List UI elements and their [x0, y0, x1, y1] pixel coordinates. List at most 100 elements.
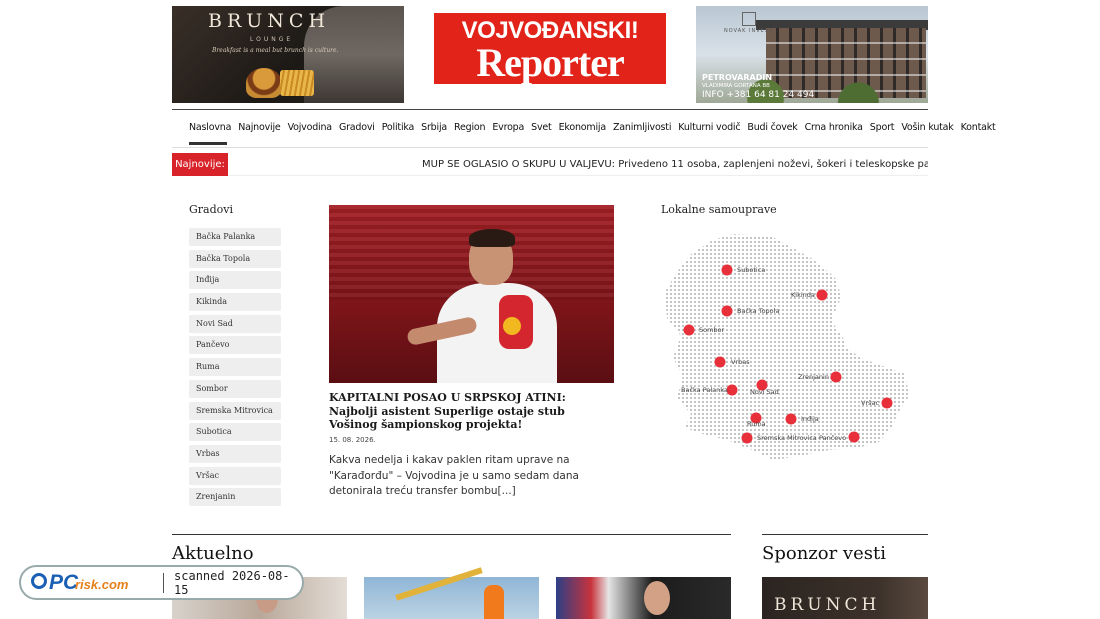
nav-item-vosin-kutak[interactable]: Vošin kutak: [901, 122, 953, 133]
thumb-person-face: [644, 581, 670, 615]
nav-item-svet[interactable]: Svet: [531, 122, 552, 133]
featured-article-date: 15. 08. 2026.: [329, 436, 376, 444]
city-item-vrbas[interactable]: Vrbas: [189, 444, 281, 463]
ticker-headline[interactable]: MUP SE OGLASIO O SKUPU U VALJEVU: Prived…: [422, 153, 928, 176]
news-ticker: Najnovije: MUP SE OGLASIO O SKUPU U VALJ…: [172, 153, 928, 176]
pin-sremska-mitrovica[interactable]: [741, 432, 753, 444]
pcrisk-logo-risk: risk.com: [75, 576, 129, 592]
aktuelno-heading: Aktuelno: [172, 543, 254, 564]
map-label-indjija: Inđija: [801, 415, 819, 423]
pin-indjija[interactable]: [785, 413, 797, 425]
ad-place: PETROVARADIN: [702, 73, 773, 82]
aktuelno-thumb-2[interactable]: [364, 567, 539, 619]
nav-item-najnovije[interactable]: Najnovije: [238, 122, 281, 133]
pin-kikinda[interactable]: [816, 289, 828, 301]
nav-item-kulturni-vodic[interactable]: Kulturni vodič: [678, 122, 740, 133]
brunch-lounge-ad-banner[interactable]: BRUNCH LOUNGE Breakfast is a meal but br…: [172, 6, 404, 103]
pin-vrsac[interactable]: [881, 397, 893, 409]
map-label-sremska-mitrovica: Sremska Mitrovica: [757, 434, 817, 442]
thumb-crane: [395, 567, 483, 601]
pcrisk-logo-pc: PC: [49, 570, 79, 594]
site-logo-line2: Reporter: [476, 40, 624, 85]
featured-article-image[interactable]: [329, 205, 614, 383]
nav-item-kontakt[interactable]: Kontakt: [961, 122, 996, 133]
city-item-sremska-mitrovica[interactable]: Sremska Mitrovica: [189, 401, 281, 420]
map-pins: [683, 264, 893, 444]
city-item-sombor[interactable]: Sombor: [189, 379, 281, 398]
featured-article-excerpt: Kakva nedelja i kakav paklen ritam uprav…: [329, 454, 579, 497]
nav-item-crna-hronika[interactable]: Crna hronika: [805, 122, 863, 133]
ad-sub-text: LOUNGE: [250, 36, 294, 43]
ad-info-phone: INFO +381 64 81 24 494: [702, 90, 815, 100]
city-item-backa-topola[interactable]: Bačka Topola: [189, 249, 281, 268]
ad-address: VLADIMIRA GORTANA BB: [702, 83, 770, 89]
featured-article-title[interactable]: KAPITALNI POSAO U SRPSKOJ ATINI: Najbolj…: [329, 391, 614, 432]
city-item-kikinda[interactable]: Kikinda: [189, 293, 281, 312]
magnifier-icon: [31, 572, 47, 589]
aktuelno-rule: [172, 534, 731, 535]
city-item-backa-palanka[interactable]: Bačka Palanka: [189, 228, 281, 246]
city-item-ruma[interactable]: Ruma: [189, 358, 281, 377]
nav-item-sport[interactable]: Sport: [870, 122, 895, 133]
gradovi-heading: Gradovi: [189, 203, 233, 216]
ad-brand-text: BRUNCH: [208, 10, 331, 32]
thumb-worker: [484, 585, 504, 619]
aktuelno-thumb-3[interactable]: [556, 577, 731, 619]
burger-image: [246, 68, 282, 98]
map-label-pancevo: Pančevo: [819, 434, 847, 442]
pin-sombor[interactable]: [683, 324, 695, 336]
nav-active-indicator: [189, 142, 227, 145]
sponzor-heading: Sponzor vesti: [762, 543, 886, 564]
pin-zrenjanin[interactable]: [830, 371, 842, 383]
pin-vrbas[interactable]: [714, 356, 726, 368]
novak-invest-logo-mark: [741, 12, 756, 26]
nav-item-vojvodina[interactable]: Vojvodina: [288, 122, 333, 133]
jersey-badge: [503, 317, 521, 335]
map-label-backa-palanka: Bačka Palanka: [681, 386, 728, 394]
pcrisk-logo: PC risk.com: [31, 571, 153, 595]
nav-item-politika[interactable]: Politika: [382, 122, 415, 133]
city-item-zrenjanin[interactable]: Zrenjanin: [189, 488, 281, 507]
pin-subotica[interactable]: [721, 264, 733, 276]
pcrisk-watermark: PC risk.com scanned 2026-08-15: [19, 565, 304, 600]
novak-invest-brand: NOVAK INVEST: [724, 28, 773, 34]
real-estate-ad-banner[interactable]: NOVAK INVEST PETROVARADIN VLADIMIRA GORT…: [696, 6, 928, 103]
ad-tagline: Breakfast is a meal but brunch is cultur…: [212, 47, 339, 54]
sponzor-brand-text: BRUNCH: [774, 595, 881, 615]
player-hair: [469, 229, 515, 247]
map-label-vrbas: Vrbas: [731, 358, 750, 366]
nav-item-zanimljivosti[interactable]: Zanimljivosti: [613, 122, 672, 133]
nav-item-gradovi[interactable]: Gradovi: [339, 122, 375, 133]
map-label-sombor: Sombor: [699, 326, 725, 334]
ticker-label: Najnovije:: [172, 153, 228, 176]
pin-backa-palanka[interactable]: [726, 384, 738, 396]
map-label-ruma: Ruma: [747, 420, 766, 428]
map-label-zrenjanin: Zrenjanin: [798, 373, 829, 381]
scan-date: scanned 2026-08-15: [174, 568, 290, 597]
nav-item-ekonomija[interactable]: Ekonomija: [559, 122, 607, 133]
site-logo[interactable]: VOJVOĐANSKI! Reporter: [434, 13, 666, 84]
pin-backa-topola[interactable]: [721, 305, 733, 317]
city-item-novi-sad[interactable]: Novi Sad: [189, 314, 281, 333]
fries-image: [280, 70, 314, 96]
main-nav: Naslovna Najnovije Vojvodina Gradovi Pol…: [172, 110, 996, 144]
map-label-backa-topola: Bačka Topola: [737, 307, 780, 315]
pin-pancevo[interactable]: [848, 431, 860, 443]
nav-item-budi-covek[interactable]: Budi čovek: [747, 122, 797, 133]
map-label-novi-sad: Novi Sad: [750, 388, 779, 396]
nav-item-naslovna[interactable]: Naslovna: [189, 122, 231, 133]
nav-item-srbija[interactable]: Srbija: [421, 122, 447, 133]
watermark-separator: [163, 572, 165, 593]
nav-item-evropa[interactable]: Evropa: [492, 122, 524, 133]
nav-item-region[interactable]: Region: [454, 122, 486, 133]
city-item-indjija[interactable]: Inđija: [189, 271, 281, 290]
sponzor-thumb[interactable]: BRUNCH: [762, 577, 928, 619]
map-label-subotica: Subotica: [737, 266, 766, 274]
city-item-subotica[interactable]: Subotica: [189, 423, 281, 442]
map-label-kikinda: Kikinda: [791, 291, 815, 299]
city-list: Bačka Palanka Bačka Topola Inđija Kikind…: [189, 228, 281, 510]
map-label-vrsac: Vršac: [861, 399, 880, 407]
novak-invest-logo: NOVAK INVEST: [724, 12, 773, 34]
city-item-pancevo[interactable]: Pančevo: [189, 336, 281, 355]
city-item-vrsac[interactable]: Vršac: [189, 466, 281, 485]
